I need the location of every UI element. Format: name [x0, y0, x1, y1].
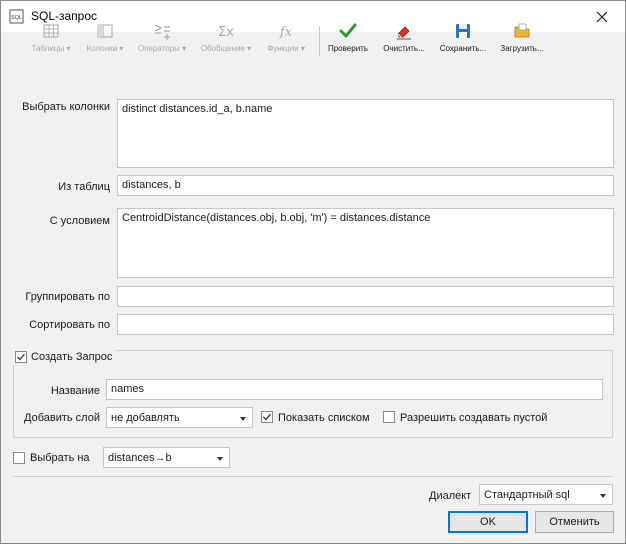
eraser-icon — [397, 26, 411, 40]
svg-text:SQL: SQL — [11, 15, 22, 21]
table-icon — [43, 24, 59, 38]
toolbar-operators-button[interactable]: Операторы ▾ — [136, 21, 188, 61]
chevron-down-icon — [217, 457, 223, 461]
toolbar-load-label: Загрузить... — [500, 44, 544, 53]
select-on-label: Выбрать на — [30, 452, 90, 464]
allow-empty-label: Разрешить создавать пустой — [400, 412, 548, 424]
toolbar-functions-button[interactable]: fx Функции ▾ — [264, 21, 308, 61]
toolbar-tables-button[interactable]: Таблицы ▾ — [29, 21, 73, 61]
toolbar-separator — [319, 26, 320, 56]
toolbar-clear-button[interactable]: Очистить... — [379, 21, 429, 61]
toolbar-clear-label: Очистить... — [383, 44, 425, 53]
toolbar-tables-label: Таблицы — [31, 44, 65, 53]
open-folder-icon — [514, 23, 530, 38]
add-layer-label: Добавить слой — [24, 412, 100, 424]
create-query-label: Создать Запрос — [31, 351, 113, 363]
create-query-checkbox[interactable] — [15, 351, 27, 363]
add-layer-value: не добавлять — [111, 412, 180, 424]
close-button[interactable] — [579, 1, 625, 32]
select-columns-label: Выбрать колонки — [22, 101, 110, 113]
toolbar-aggregate-label: Обобщение — [200, 44, 245, 53]
dialect-value: Стандартный sql — [484, 489, 570, 501]
group-by-label: Группировать по — [25, 291, 110, 303]
toolbar-aggregate-button[interactable]: Σx Обобщение ▾ — [200, 21, 252, 61]
dialect-combo[interactable]: Стандартный sql — [479, 484, 613, 505]
chevron-down-icon — [600, 494, 606, 498]
toolbar-operators-label: Операторы — [137, 44, 180, 53]
show-list-label: Показать списком — [278, 412, 370, 424]
allow-empty-checkbox[interactable] — [383, 411, 395, 423]
toolbar-check-label: Проверить — [327, 44, 368, 53]
checkmark-icon — [263, 413, 272, 421]
cancel-button[interactable]: Отменить — [535, 511, 614, 533]
dialect-label: Диалект — [429, 490, 472, 502]
toolbar-check-button[interactable]: Проверить — [327, 21, 369, 61]
toolbar-save-label: Сохранить... — [439, 44, 487, 53]
where-condition-label: С условием — [49, 215, 110, 227]
where-condition-textarea[interactable]: CentroidDistance(distances.obj, b.obj, '… — [117, 208, 614, 278]
select-on-checkbox[interactable] — [13, 452, 25, 464]
checkmark-icon — [17, 353, 26, 361]
chevron-down-icon — [240, 417, 246, 421]
select-on-combo[interactable]: distances→b — [103, 447, 230, 468]
add-layer-combo[interactable]: не добавлять — [106, 407, 253, 428]
from-tables-input[interactable]: distances, b — [117, 175, 614, 196]
toolbar-columns-label: Колонки — [86, 44, 118, 53]
toolbar-columns-button[interactable]: Колонки ▾ — [84, 21, 126, 61]
order-by-label: Сортировать по — [29, 319, 110, 331]
toolbar-functions-label: Функции — [267, 44, 299, 53]
ok-button[interactable]: OK — [448, 511, 528, 533]
columns-icon — [97, 24, 113, 38]
sql-file-icon: SQL — [9, 9, 24, 24]
order-by-input[interactable] — [117, 314, 614, 335]
sql-query-dialog: SQL SQL-запрос Таблицы ▾ Колонки ▾ Опера… — [0, 0, 626, 544]
svg-text:Σx: Σx — [218, 25, 234, 40]
sigma-x-icon: Σx — [218, 25, 234, 40]
toolbar-save-button[interactable]: Сохранить... — [437, 21, 489, 61]
query-name-input[interactable]: names — [106, 379, 603, 400]
group-by-input[interactable] — [117, 286, 614, 307]
svg-text:fx: fx — [279, 25, 293, 40]
from-tables-label: Из таблиц — [58, 181, 110, 193]
select-on-value: distances→b — [108, 452, 172, 464]
query-name-label: Название — [50, 385, 100, 397]
floppy-disk-icon — [456, 24, 470, 38]
operators-icon — [154, 24, 170, 40]
close-icon — [596, 11, 608, 22]
select-columns-textarea[interactable]: distinct distances.id_a, b.name — [117, 99, 614, 168]
divider — [13, 476, 613, 477]
toolbar-load-button[interactable]: Загрузить... — [498, 21, 546, 61]
function-fx-icon: fx — [279, 25, 293, 40]
show-list-checkbox[interactable] — [261, 411, 273, 423]
checkmark-icon — [339, 23, 357, 38]
